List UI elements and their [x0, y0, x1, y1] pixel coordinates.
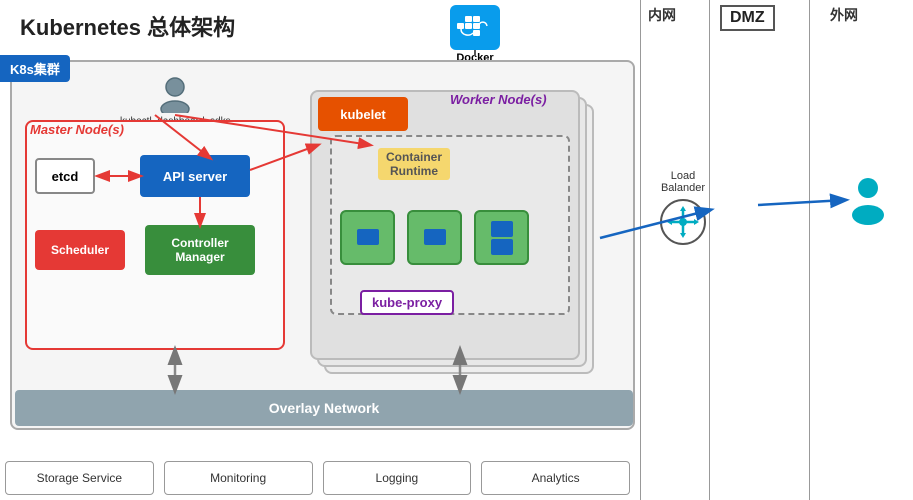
k8s-badge: K8s集群: [0, 55, 70, 82]
pod-1: [340, 210, 395, 265]
service-analytics: Analytics: [481, 461, 630, 495]
kubelet-box: kubelet: [318, 97, 408, 131]
pod-inner-2: [424, 229, 446, 245]
pod-inner-1: [357, 229, 379, 245]
intranet-label: 内网: [648, 5, 676, 25]
intranet-zone: [640, 0, 710, 500]
pod-inner-3: [491, 221, 513, 237]
pods-row: [340, 210, 529, 265]
etcd-box: etcd: [35, 158, 95, 194]
load-balancer: LoadBalander: [660, 170, 706, 245]
page-title: Kubernetes 总体架构: [20, 10, 235, 42]
service-monitoring: Monitoring: [164, 461, 313, 495]
controller-manager-box: ControllerManager: [145, 225, 255, 275]
api-server-box: API server: [140, 155, 250, 197]
external-zone-label: 外网: [830, 5, 858, 25]
pod-inner-4: [491, 239, 513, 255]
overlay-network-bar: Overlay Network: [15, 390, 633, 426]
master-node-label: Master Node(s): [30, 122, 124, 137]
load-balancer-label: LoadBalander: [661, 170, 705, 194]
pod-3: [474, 210, 529, 265]
bottom-services: Storage Service Monitoring Logging Analy…: [5, 461, 630, 495]
service-logging: Logging: [323, 461, 472, 495]
scheduler-box: Scheduler: [35, 230, 125, 270]
load-balancer-icon: [660, 199, 706, 245]
external-user-figure: [848, 175, 888, 230]
container-runtime-label: ContainerRuntime: [378, 148, 450, 180]
pod-2: [407, 210, 462, 265]
docker-hub-icon: [450, 5, 500, 50]
dmz-label: DMZ: [720, 5, 775, 31]
main-container: Kubernetes 总体架构 DockerHub K8s集群 kub: [0, 0, 913, 500]
user-icon: [156, 75, 194, 113]
kube-proxy-box: kube-proxy: [360, 290, 454, 315]
worker-node-label: Worker Node(s): [450, 92, 547, 107]
service-storage: Storage Service: [5, 461, 154, 495]
dmz-zone: [710, 0, 810, 500]
